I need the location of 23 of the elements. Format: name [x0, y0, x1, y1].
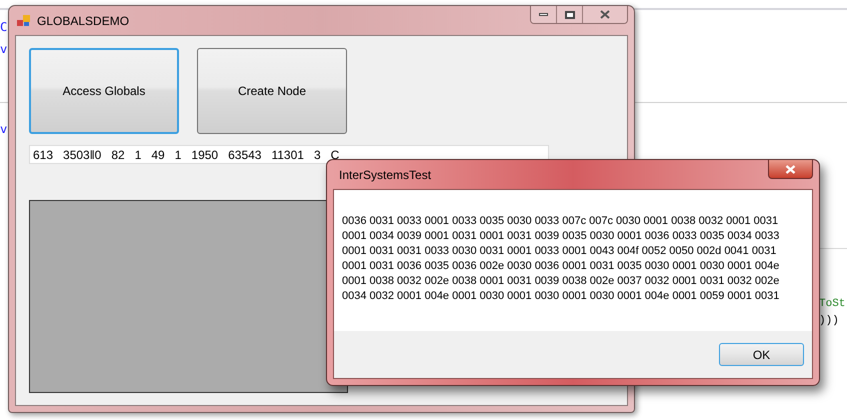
code-text: v: [0, 41, 8, 58]
action-button[interactable]: Access Globals: [29, 48, 179, 134]
close-icon: [600, 10, 610, 19]
ok-button[interactable]: OK: [719, 343, 804, 366]
message-text: 0036 0031 0033 0001 0033 0035 0030 0033 007c 007c 0030 0001 0038 0032 0001 0031: [342, 214, 778, 229]
app-icon: [17, 14, 31, 26]
dialog-title: InterSystemsTest: [339, 166, 432, 184]
maximize-button[interactable]: [557, 6, 583, 23]
code-text: ))): [819, 314, 839, 329]
message-text: 0001 0034 0039 0001 0031 0001 0031 0039 0035 0030 0001 0036 0033 0035 0034 0033: [342, 229, 780, 244]
close-button[interactable]: [768, 160, 813, 179]
message-text: 0034 0032 0001 004e 0001 0030 0001 0030 0001 0030 0001 004e 0001 0059 0001 0031: [342, 289, 780, 304]
close-button[interactable]: [583, 6, 627, 23]
code-text: v: [0, 121, 8, 138]
code-text: C: [0, 19, 8, 36]
message-text: 0001 0031 0036 0035 0036 002e 0030 0036 0001 0031 0035 0030 0001 0030 0001 004e: [342, 259, 780, 274]
code-text: ToSt: [819, 297, 846, 312]
minimize-button[interactable]: [531, 6, 557, 23]
message-text: 0001 0031 0031 0033 0030 0031 0001 0033 0001 0043 004f 0052 0050 002d 0041 0031: [342, 244, 776, 259]
message-text: 0001 0038 0032 002e 0038 0001 0031 0039 0038 002e 0037 0032 0001 0031 0032 002e: [342, 274, 780, 289]
action-button[interactable]: Create Node: [197, 48, 347, 134]
close-icon: [785, 164, 796, 174]
window-title: GLOBALSDEMO: [37, 12, 130, 30]
